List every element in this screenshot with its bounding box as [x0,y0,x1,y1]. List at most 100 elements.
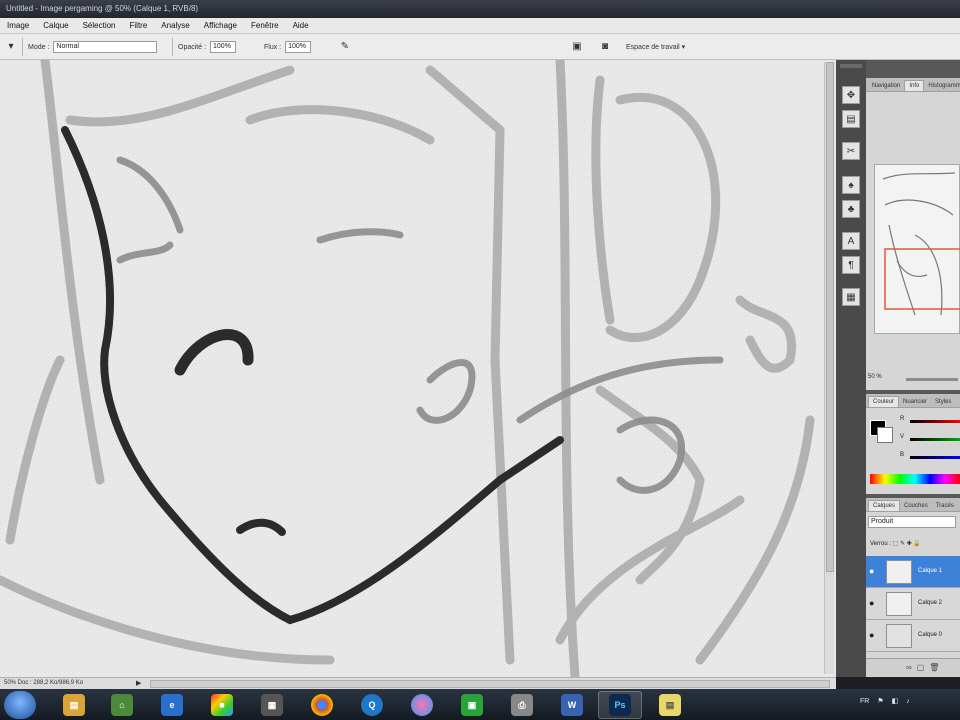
tab-navigation[interactable]: Navigation [868,81,904,91]
mode-select[interactable]: Normal [53,41,158,53]
vertical-scrollbar[interactable] [824,62,834,674]
tab-info[interactable]: Info [904,80,925,91]
photoshop-icon[interactable]: Ps [598,691,642,719]
tab-histogram[interactable]: Histogramme [924,81,960,91]
menu-filtre[interactable]: Filtre [123,21,155,30]
layer-row[interactable]: ● Calque 1 [866,556,960,588]
channel-b-slider[interactable] [910,456,960,459]
mode-label: Mode : [28,43,50,51]
dock-handle[interactable] [840,64,862,68]
media-icon[interactable] [400,691,444,719]
view-box[interactable] [884,248,960,310]
palette-toggle-icon[interactable]: ▣ [570,39,584,53]
channel-r-label: R [900,416,905,422]
flag-icon[interactable]: ⚑ [877,697,883,705]
opacity-input[interactable]: 100% [210,41,237,53]
menu-bar: Image Calque Sélection Filtre Analyse Af… [0,18,960,34]
ie-icon[interactable]: e [150,691,194,719]
explorer-icon[interactable]: ▤ [52,691,96,719]
menu-analyse[interactable]: Analyse [154,21,196,30]
flow-group: Flux : 100% [264,40,312,54]
delete-layer-icon[interactable]: 🗑 [929,663,939,672]
menu-calque[interactable]: Calque [36,21,75,30]
blend-mode-select[interactable]: Produit [868,516,956,528]
text-icon[interactable]: A [842,232,860,250]
eye-icon[interactable]: ● [869,630,874,640]
menu-aide[interactable]: Aide [286,21,316,30]
flow-input[interactable]: 100% [285,41,312,53]
tab-styles[interactable]: Styles [931,397,955,407]
layer-thumbnail [886,624,912,648]
layer-name[interactable]: Calque 2 [918,600,942,606]
mode-group: Mode : Normal [28,40,158,54]
layers-tabs: Calques Couches Tracés [866,498,960,512]
workspace-label[interactable]: Espace de travail ▾ [626,43,685,51]
layer-name[interactable]: Calque 1 [918,568,942,574]
notes-icon[interactable]: ▤ [648,691,692,719]
camera-icon[interactable]: ◙ [598,39,612,53]
photoshop-label: Ps [609,694,631,716]
printer-icon[interactable]: ⎙ [500,691,544,719]
brush-preset-icon[interactable]: ▾ [4,39,18,53]
tab-calques[interactable]: Calques [868,500,901,511]
navigator-zoom-slider[interactable] [906,378,958,381]
menu-fenetre[interactable]: Fenêtre [244,21,286,30]
menu-affichage[interactable]: Affichage [197,21,244,30]
opacity-label: Opacité : [178,43,207,51]
status-bar: 50% Doc : 288,2 Ko/986,9 Ko ▶ [0,677,836,689]
background-color-swatch[interactable] [877,427,893,443]
network-tray-icon[interactable]: ◧ [892,697,899,705]
navigator-icon[interactable]: ✥ [842,86,860,104]
layer-name[interactable]: Calque 0 [918,632,942,638]
search-icon[interactable]: Q [350,691,394,719]
network-icon[interactable]: ⌂ [100,691,144,719]
paragraph-icon[interactable]: ¶ [842,256,860,274]
panels-column: Navigation Info Histogramme 50 % Couleur… [866,60,960,677]
navigator-zoom-value[interactable]: 50 % [868,374,882,380]
channel-v-slider[interactable] [910,438,960,441]
color-tabs: Couleur Nuancier Styles [866,394,960,408]
link-layers-icon[interactable]: ∞ [906,663,912,672]
lock-options[interactable]: Verrou : ⬚ ✎ ✚ 🔒 [870,540,921,547]
divider [172,38,173,56]
scroll-thumb[interactable] [826,62,834,572]
stamp-icon[interactable]: ♣ [842,200,860,218]
language-indicator[interactable]: FR [860,698,869,705]
eye-icon[interactable]: ● [869,598,874,608]
airbrush-icon[interactable]: ✎ [338,39,352,53]
horizontal-scrollbar[interactable] [150,680,830,688]
chrome-icon[interactable] [300,691,344,719]
volume-icon[interactable]: ♪ [906,698,910,705]
layer-thumbnail [886,560,912,584]
tab-couleur[interactable]: Couleur [868,396,900,407]
tab-nuancier[interactable]: Nuancier [899,397,931,407]
flow-label: Flux : [264,43,282,51]
paint-icon[interactable]: ■ [200,691,244,719]
status-menu-icon[interactable]: ▶ [136,679,141,687]
color-spectrum[interactable] [870,474,960,484]
menu-selection[interactable]: Sélection [76,21,123,30]
green-app-icon[interactable]: ▣ [450,691,494,719]
histogram-icon[interactable]: ▤ [842,110,860,128]
document-canvas[interactable] [0,60,836,677]
sketch-drawing [0,60,836,677]
channel-r-slider[interactable] [910,420,960,423]
start-button[interactable] [4,691,36,719]
workspace-menu[interactable]: Espace de travail ▾ [626,40,685,54]
qr-icon[interactable]: ▦ [250,691,294,719]
navigator-tabs: Navigation Info Histogramme [866,78,960,92]
new-layer-icon[interactable]: ▢ [917,663,925,672]
tab-traces[interactable]: Tracés [932,501,958,511]
word-icon[interactable]: W [550,691,594,719]
layer-row[interactable]: ● Calque 0 [866,620,960,652]
system-tray: FR ⚑ ◧ ♪ [860,697,910,706]
title-bar: Untitled - Image pergaming @ 50% (Calque… [0,0,960,18]
layer-row[interactable]: ● Calque 2 [866,588,960,620]
tools-icon[interactable]: ✂ [842,142,860,160]
brush-icon[interactable]: ♠ [842,176,860,194]
navigator-preview[interactable] [874,164,960,334]
menu-image[interactable]: Image [0,21,36,30]
layer-comps-icon[interactable]: ▦ [842,288,860,306]
eye-icon[interactable]: ● [869,566,874,576]
tab-couches[interactable]: Couches [900,501,932,511]
